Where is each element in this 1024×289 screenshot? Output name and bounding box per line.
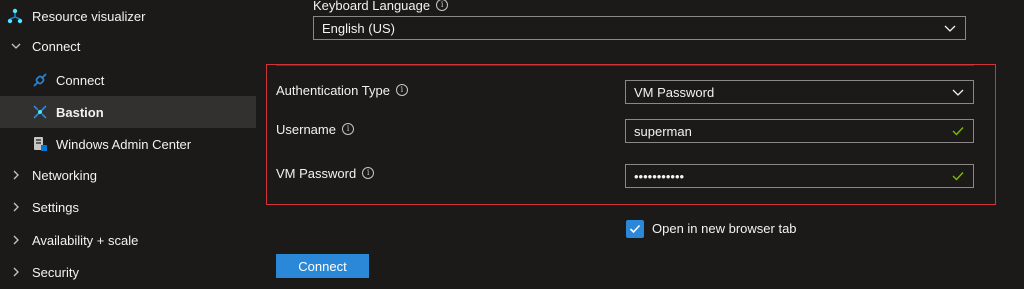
vm-password-label: VM Password i bbox=[276, 165, 375, 181]
sidebar-item-label: Connect bbox=[56, 72, 105, 88]
chevron-right-icon bbox=[10, 234, 22, 246]
sidebar-item-label: Settings bbox=[32, 199, 79, 215]
chevron-right-icon bbox=[10, 266, 22, 278]
username-input[interactable]: superman bbox=[625, 119, 974, 143]
auth-type-label-text: Authentication Type bbox=[276, 82, 390, 98]
keyboard-language-label: Keyboard Language i bbox=[313, 0, 449, 13]
bastion-icon bbox=[31, 103, 49, 121]
sidebar-group-settings[interactable]: Settings bbox=[0, 191, 256, 223]
auth-type-label: Authentication Type i bbox=[276, 82, 408, 98]
sidebar-group-security[interactable]: Security bbox=[0, 256, 256, 288]
chevron-right-icon bbox=[10, 169, 22, 181]
info-icon[interactable]: i bbox=[395, 84, 408, 96]
sidebar-group-networking[interactable]: Networking bbox=[0, 159, 256, 191]
checkmark-icon bbox=[951, 124, 965, 138]
open-new-tab-label[interactable]: Open in new browser tab bbox=[652, 220, 797, 238]
connect-button[interactable]: Connect bbox=[276, 254, 369, 278]
sidebar-item-resource-visualizer[interactable]: Resource visualizer bbox=[0, 0, 256, 32]
info-icon[interactable]: i bbox=[362, 167, 375, 179]
sidebar-item-label: Networking bbox=[32, 167, 98, 183]
sidebar-group-availability-scale[interactable]: Availability + scale bbox=[0, 224, 256, 256]
sidebar-item-label: Connect bbox=[32, 38, 81, 54]
chevron-down-icon bbox=[10, 40, 22, 52]
checkmark-icon bbox=[951, 169, 965, 183]
sidebar-item-label: Availability + scale bbox=[32, 232, 139, 248]
chevron-down-icon bbox=[943, 21, 957, 35]
vm-password-input[interactable]: ••••••••••• bbox=[625, 164, 974, 188]
sidebar-nav: Resource visualizer Connect Connect Bast… bbox=[0, 0, 256, 289]
keyboard-language-value: English (US) bbox=[322, 20, 395, 36]
checkmark-icon bbox=[629, 224, 641, 234]
info-icon[interactable]: i bbox=[341, 123, 354, 135]
open-new-tab-checkbox[interactable] bbox=[626, 220, 644, 238]
sidebar-item-label: Security bbox=[32, 264, 79, 280]
auth-type-dropdown[interactable]: VM Password bbox=[625, 80, 974, 104]
windows-admin-center-icon bbox=[31, 135, 49, 153]
auth-type-value: VM Password bbox=[634, 84, 715, 100]
vm-password-value: ••••••••••• bbox=[634, 168, 685, 184]
connect-plug-icon bbox=[31, 71, 49, 89]
chevron-down-icon bbox=[951, 85, 965, 99]
info-icon[interactable]: i bbox=[436, 0, 449, 11]
sidebar-item-label: Resource visualizer bbox=[32, 8, 146, 24]
resource-visualizer-icon bbox=[6, 7, 24, 25]
username-label: Username i bbox=[276, 121, 354, 137]
sidebar-item-windows-admin-center[interactable]: Windows Admin Center bbox=[0, 128, 256, 160]
sidebar-group-connect[interactable]: Connect bbox=[0, 30, 256, 62]
username-label-text: Username bbox=[276, 121, 336, 137]
username-value: superman bbox=[634, 123, 692, 139]
sidebar-item-label: Windows Admin Center bbox=[56, 136, 192, 152]
chevron-right-icon bbox=[10, 201, 22, 213]
divider bbox=[276, 65, 974, 66]
keyboard-language-label-text: Keyboard Language bbox=[313, 0, 431, 13]
keyboard-language-dropdown[interactable]: English (US) bbox=[313, 16, 966, 40]
sidebar-item-bastion[interactable]: Bastion bbox=[0, 96, 256, 128]
sidebar-item-connect[interactable]: Connect bbox=[0, 64, 256, 96]
vm-password-label-text: VM Password bbox=[276, 165, 357, 181]
sidebar-item-label: Bastion bbox=[56, 104, 104, 120]
